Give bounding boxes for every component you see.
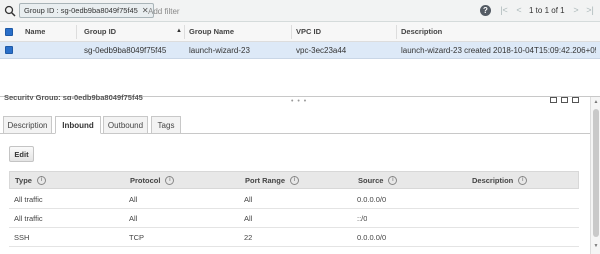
- rule-type: All traffic: [14, 213, 43, 223]
- rule-port-range: 22: [244, 232, 253, 242]
- info-icon[interactable]: i: [290, 175, 300, 185]
- table-empty-area: [0, 59, 600, 96]
- table-row: All traffic All All ::/0: [9, 209, 579, 228]
- bottom-panel-icon[interactable]: [550, 97, 557, 103]
- tab-inbound[interactable]: Inbound: [55, 116, 101, 134]
- rule-source: ::/0: [357, 213, 368, 223]
- previous-page-icon[interactable]: <: [513, 4, 525, 17]
- cell-description: launch-wizard-23 created 2018-10-04T15:0…: [401, 45, 596, 55]
- filter-token-value: sg-0edb9ba8049f75f45: [60, 6, 138, 15]
- search-icon: [4, 5, 16, 17]
- rule-source: 0.0.0.0/0: [357, 194, 387, 204]
- scrollbar-thumb[interactable]: [593, 109, 599, 237]
- full-panel-icon[interactable]: [572, 97, 579, 103]
- column-header-rule-description: Description i: [472, 172, 528, 188]
- security-groups-table-header: Name Group ID ▲ Group Name VPC ID Descri…: [0, 22, 600, 42]
- column-divider[interactable]: [76, 25, 77, 39]
- first-page-icon[interactable]: |<: [498, 4, 510, 17]
- detail-panel-bar[interactable]: Security Group: sg-0edb9ba8049f75f45 • •…: [0, 93, 600, 105]
- pagination-text: 1 to 1 of 1: [529, 6, 565, 15]
- scroll-up-icon[interactable]: ▲: [592, 99, 600, 105]
- detail-tabs: Description Inbound Outbound Tags: [0, 116, 590, 134]
- last-page-icon[interactable]: >|: [584, 4, 596, 17]
- column-divider[interactable]: [396, 25, 397, 39]
- column-header-group-name[interactable]: Group Name: [189, 22, 234, 41]
- help-icon[interactable]: ?: [480, 5, 491, 16]
- filter-token[interactable]: Group ID : sg-0edb9ba8049f75f45 ✕: [19, 3, 154, 18]
- rule-protocol: All: [129, 194, 138, 204]
- inbound-rules-pane: Edit Type i Protocol i Port Range i Source i…: [0, 134, 590, 254]
- rule-type: All traffic: [14, 194, 43, 204]
- table-row: All traffic All All 0.0.0.0/0: [9, 190, 579, 209]
- scroll-down-icon[interactable]: ▼: [592, 243, 600, 249]
- column-header-name[interactable]: Name: [25, 22, 45, 41]
- tab-description[interactable]: Description: [3, 116, 52, 134]
- column-header-source: Source i: [358, 172, 398, 188]
- table-row: SSH TCP 22 0.0.0.0/0: [9, 228, 579, 247]
- tab-outbound[interactable]: Outbound: [103, 116, 148, 134]
- cell-group-name: launch-wizard-23: [189, 45, 250, 55]
- row-checkbox[interactable]: [5, 46, 13, 54]
- view-toggle-group: [550, 97, 579, 103]
- column-divider[interactable]: [291, 25, 292, 39]
- rule-type: SSH: [14, 232, 30, 242]
- table-row[interactable]: sg-0edb9ba8049f75f45 launch-wizard-23 vp…: [0, 42, 600, 59]
- add-filter-input[interactable]: [148, 4, 468, 18]
- info-icon[interactable]: i: [388, 175, 398, 185]
- column-header-vpc-id[interactable]: VPC ID: [296, 22, 321, 41]
- column-header-port-range: Port Range i: [245, 172, 300, 188]
- detail-scrollbar[interactable]: ▲ ▼: [590, 97, 600, 254]
- rule-protocol: TCP: [129, 232, 144, 242]
- sort-ascending-icon[interactable]: ▲: [176, 28, 182, 34]
- column-header-description[interactable]: Description: [401, 22, 442, 41]
- filter-token-label: Group ID: [24, 6, 55, 15]
- rule-protocol: All: [129, 213, 138, 223]
- info-icon[interactable]: i: [165, 175, 175, 185]
- column-divider[interactable]: [184, 25, 185, 39]
- cell-group-id: sg-0edb9ba8049f75f45: [84, 45, 167, 55]
- rules-table-header: Type i Protocol i Port Range i Source i Desc…: [9, 171, 579, 189]
- info-icon[interactable]: i: [36, 175, 46, 185]
- detail-panel-title: Security Group: sg-0edb9ba8049f75f45: [4, 93, 143, 100]
- tab-tags[interactable]: Tags: [151, 116, 181, 134]
- column-header-type: Type i: [15, 172, 46, 188]
- info-icon[interactable]: i: [518, 175, 528, 185]
- edit-button[interactable]: Edit: [9, 146, 34, 162]
- split-panel-icon[interactable]: [561, 97, 568, 103]
- rule-port-range: All: [244, 194, 253, 204]
- rule-port-range: All: [244, 213, 253, 223]
- column-header-group-id[interactable]: Group ID: [84, 22, 116, 41]
- column-header-protocol: Protocol i: [130, 172, 175, 188]
- cell-vpc-id: vpc-3ec23a44: [296, 45, 347, 55]
- select-all-checkbox[interactable]: [5, 27, 13, 36]
- rule-source: 0.0.0.0/0: [357, 232, 387, 242]
- filter-bar: Group ID : sg-0edb9ba8049f75f45 ✕ ? |< <…: [0, 0, 600, 22]
- next-page-icon[interactable]: >: [570, 4, 582, 17]
- resize-grip-icon[interactable]: • • •: [291, 98, 307, 105]
